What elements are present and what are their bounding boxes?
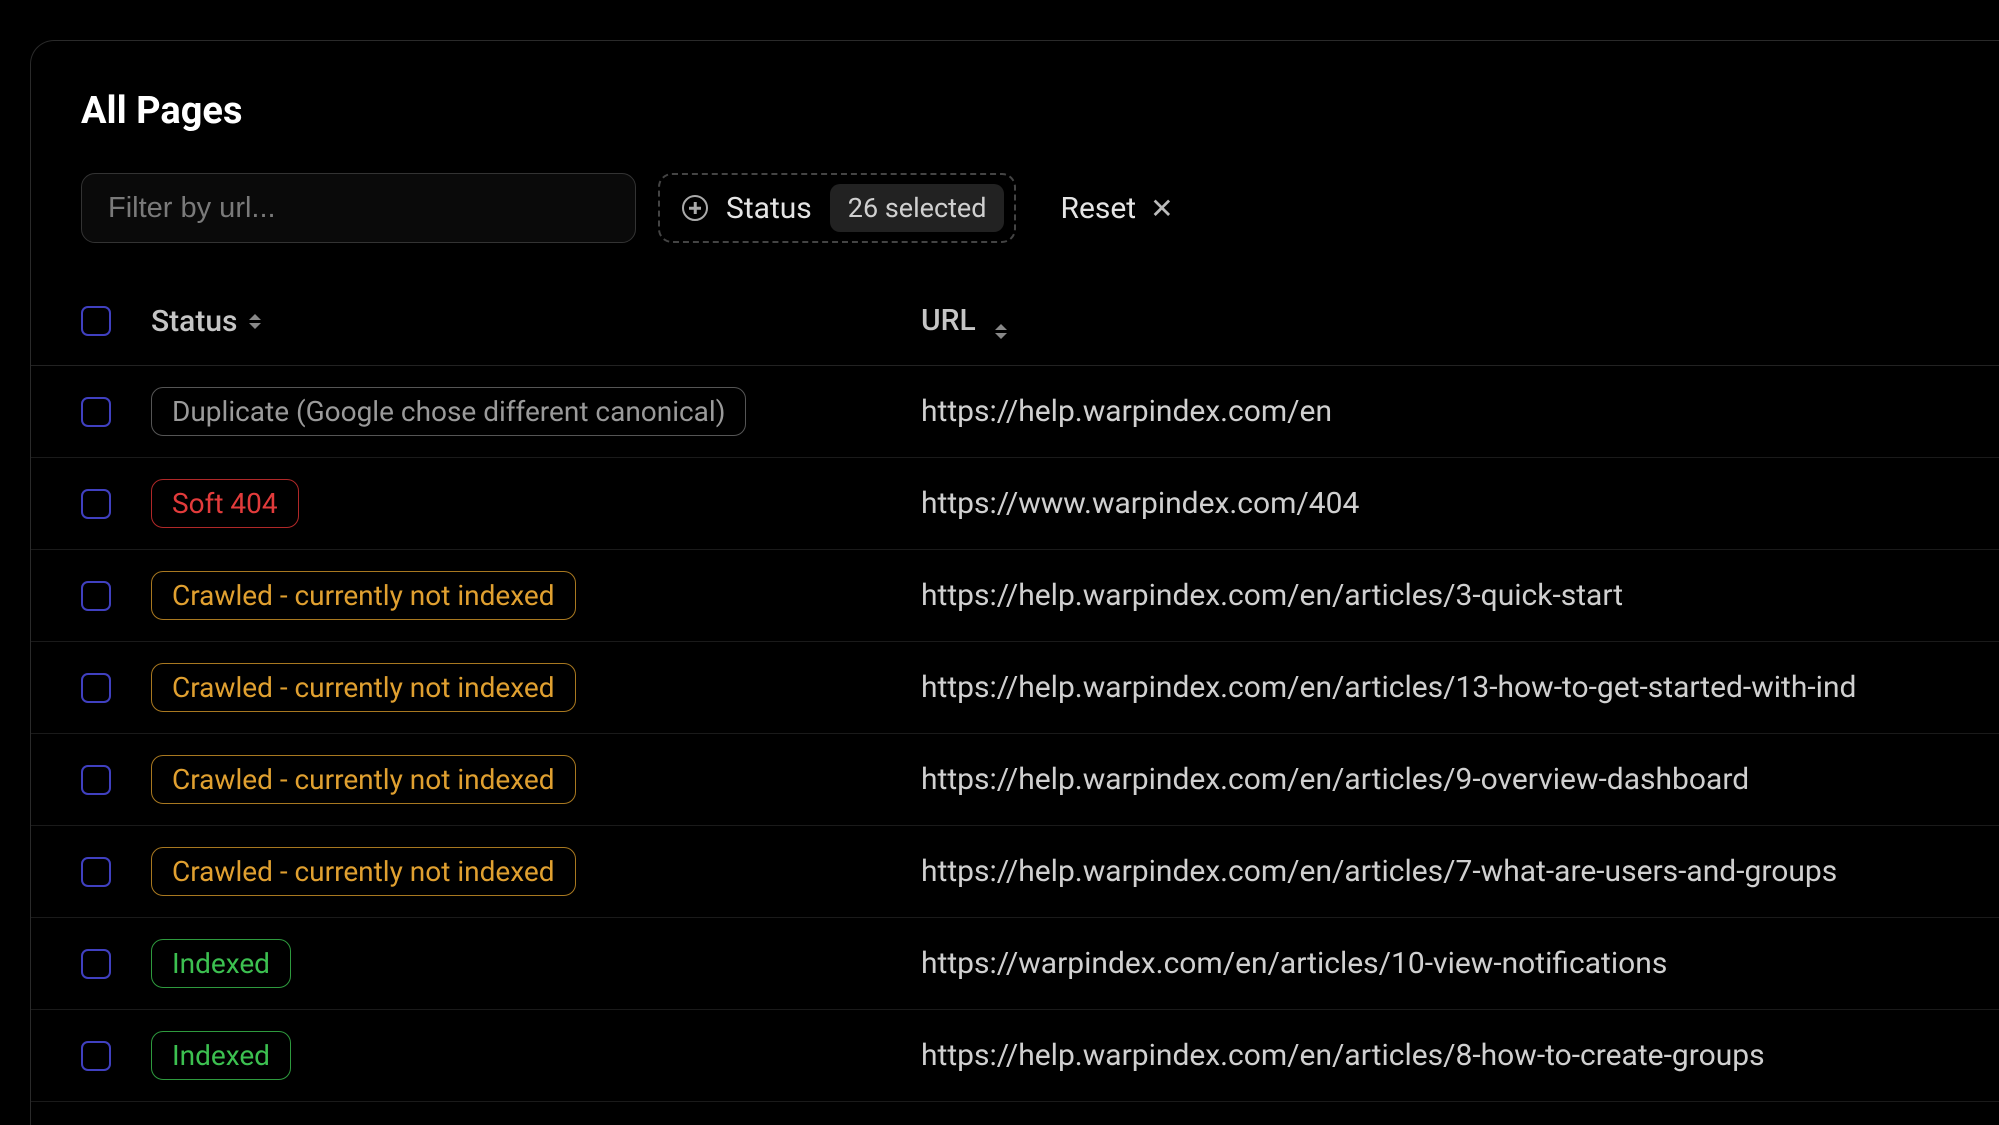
status-badge: Crawled - currently not indexed <box>151 663 576 712</box>
sort-icon <box>995 324 1007 339</box>
row-status-cell: Indexed <box>151 1031 921 1080</box>
table-header: Status URL <box>31 285 1999 366</box>
page-title: All Pages <box>31 89 1999 133</box>
table-row: Soft 404 https://www.warpindex.com/404 <box>31 458 1999 550</box>
status-badge: Duplicate (Google chose different canoni… <box>151 387 746 436</box>
row-checkbox[interactable] <box>81 673 111 703</box>
status-selected-count: 26 selected <box>830 184 1005 232</box>
row-status-cell: Duplicate (Google chose different canoni… <box>151 387 921 436</box>
row-checkbox[interactable] <box>81 1041 111 1071</box>
row-url-cell: https://help.warpindex.com/en/articles/3… <box>921 578 1949 613</box>
select-all-checkbox[interactable] <box>81 306 111 336</box>
filter-url-input[interactable] <box>81 173 636 243</box>
pages-panel: All Pages Status 26 selected Reset ✕ Sta… <box>30 40 1999 1125</box>
row-url-cell: https://help.warpindex.com/en <box>921 394 1949 429</box>
table-row: Crawled - currently not indexed https://h… <box>31 550 1999 642</box>
sort-icon <box>249 314 261 329</box>
row-url-cell: https://warpindex.com/en/articles/10-vie… <box>921 946 1949 981</box>
row-checkbox[interactable] <box>81 489 111 519</box>
row-checkbox[interactable] <box>81 581 111 611</box>
column-header-status[interactable]: Status <box>151 304 921 339</box>
row-checkbox[interactable] <box>81 857 111 887</box>
row-status-cell: Soft 404 <box>151 479 921 528</box>
column-header-url[interactable]: URL <box>921 303 1949 339</box>
toolbar: Status 26 selected Reset ✕ <box>31 173 1999 243</box>
table-row: Indexed https://warpindex.com/en/articles… <box>31 918 1999 1010</box>
table-row: Crawled - currently not indexed https://h… <box>31 826 1999 918</box>
reset-button[interactable]: Reset ✕ <box>1038 191 1173 226</box>
reset-label: Reset <box>1060 191 1136 226</box>
row-url-cell: https://help.warpindex.com/en/articles/7… <box>921 854 1949 889</box>
row-status-cell: Indexed <box>151 939 921 988</box>
row-status-cell: Crawled - currently not indexed <box>151 571 921 620</box>
status-badge: Crawled - currently not indexed <box>151 847 576 896</box>
status-badge: Crawled - currently not indexed <box>151 755 576 804</box>
pages-table: Status URL Duplicate (Google chose diffe… <box>31 285 1999 1102</box>
table-row: Indexed https://help.warpindex.com/en/art… <box>31 1010 1999 1102</box>
status-badge: Indexed <box>151 1031 291 1080</box>
status-badge: Soft 404 <box>151 479 299 528</box>
row-checkbox[interactable] <box>81 397 111 427</box>
table-row: Crawled - currently not indexed https://h… <box>31 734 1999 826</box>
row-url-cell: https://www.warpindex.com/404 <box>921 486 1949 521</box>
row-url-cell: https://help.warpindex.com/en/articles/9… <box>921 762 1949 797</box>
status-badge: Crawled - currently not indexed <box>151 571 576 620</box>
row-url-cell: https://help.warpindex.com/en/articles/8… <box>921 1038 1949 1073</box>
row-status-cell: Crawled - currently not indexed <box>151 755 921 804</box>
row-checkbox[interactable] <box>81 765 111 795</box>
status-filter-label: Status <box>726 191 812 226</box>
row-url-cell: https://help.warpindex.com/en/articles/1… <box>921 670 1949 705</box>
row-status-cell: Crawled - currently not indexed <box>151 663 921 712</box>
table-row: Crawled - currently not indexed https://h… <box>31 642 1999 734</box>
row-checkbox[interactable] <box>81 949 111 979</box>
plus-circle-icon <box>682 195 708 221</box>
status-filter-button[interactable]: Status 26 selected <box>658 173 1016 243</box>
table-row: Duplicate (Google chose different canoni… <box>31 366 1999 458</box>
row-status-cell: Crawled - currently not indexed <box>151 847 921 896</box>
status-badge: Indexed <box>151 939 291 988</box>
close-icon: ✕ <box>1150 192 1173 225</box>
